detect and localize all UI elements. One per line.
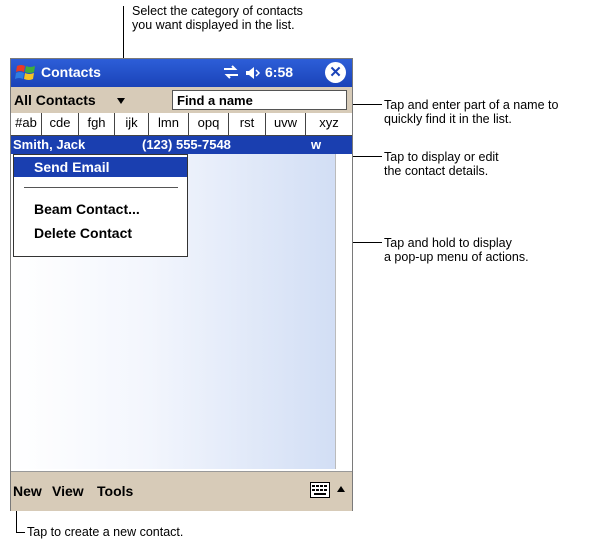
view-menu[interactable]: View: [52, 483, 84, 499]
menu-item-label: Beam Contact...: [34, 201, 140, 217]
callout-new-pointer-h: [16, 532, 25, 533]
callout-new: Tap to create a new contact.: [27, 525, 184, 539]
callout-find-pointer: [348, 104, 382, 105]
contact-list: Smith, Jack (123) 555-7548 w Send Email …: [11, 136, 352, 469]
find-name-input[interactable]: [172, 90, 347, 110]
new-button[interactable]: New: [13, 483, 42, 499]
alpha-tab[interactable]: opq: [189, 113, 229, 135]
app-title: Contacts: [41, 64, 101, 80]
contact-phone: (123) 555-7548: [142, 137, 231, 152]
alpha-tab[interactable]: fgh: [79, 113, 115, 135]
volume-icon[interactable]: [244, 64, 262, 82]
menu-bar: New View Tools: [11, 471, 352, 511]
windows-flag-icon[interactable]: [14, 63, 38, 83]
alpha-tab[interactable]: ijk: [115, 113, 149, 135]
keyboard-icon[interactable]: [310, 482, 330, 498]
sync-icon[interactable]: [222, 63, 240, 81]
callout-details-line2: the contact details.: [384, 164, 489, 178]
contact-row[interactable]: Smith, Jack (123) 555-7548 w: [11, 136, 352, 154]
filter-bar: All Contacts: [11, 87, 352, 113]
callout-category-line1: Select the category of contacts: [132, 4, 303, 18]
menu-item-send-email[interactable]: Send Email: [14, 157, 187, 177]
title-bar: Contacts 6:58 ✕: [11, 59, 352, 87]
callout-find-line1: Tap and enter part of a name to: [384, 98, 559, 112]
alpha-tab[interactable]: rst: [229, 113, 266, 135]
menu-item-label: Send Email: [34, 159, 110, 175]
callout-find-line2: quickly find it in the list.: [384, 112, 512, 126]
callout-hold-line1: Tap and hold to display: [384, 236, 512, 250]
callout-details-line1: Tap to display or edit: [384, 150, 499, 164]
alpha-tab[interactable]: lmn: [149, 113, 189, 135]
menu-item-label: Delete Contact: [34, 225, 133, 241]
callout-category-line2: you want displayed in the list.: [132, 18, 295, 32]
popup-menu: Send Email Beam Contact... Delete Contac…: [13, 154, 188, 257]
contact-phone-type: w: [311, 137, 322, 152]
alpha-tab[interactable]: cde: [42, 113, 79, 135]
scrollbar[interactable]: [335, 136, 352, 469]
alpha-tab[interactable]: #ab: [11, 113, 42, 135]
menu-item-delete-contact[interactable]: Delete Contact: [14, 223, 187, 243]
contacts-screen: Contacts 6:58 ✕ All Contacts #ab cde fgh…: [10, 58, 353, 511]
menu-divider: [24, 187, 178, 188]
contact-name: Smith, Jack: [13, 137, 86, 152]
chevron-up-icon[interactable]: [335, 483, 347, 495]
category-dropdown[interactable]: All Contacts: [14, 92, 96, 108]
alpha-tab[interactable]: xyz: [306, 113, 352, 135]
clock[interactable]: 6:58: [265, 64, 293, 80]
menu-item-beam-contact[interactable]: Beam Contact...: [14, 199, 187, 219]
close-icon[interactable]: ✕: [325, 62, 346, 83]
alphabet-tabs: #ab cde fgh ijk lmn opq rst uvw xyz: [11, 113, 352, 136]
alpha-tab[interactable]: uvw: [266, 113, 306, 135]
chevron-down-icon[interactable]: [116, 97, 126, 105]
tools-menu[interactable]: Tools: [97, 483, 133, 499]
callout-hold-line2: a pop-up menu of actions.: [384, 250, 529, 264]
